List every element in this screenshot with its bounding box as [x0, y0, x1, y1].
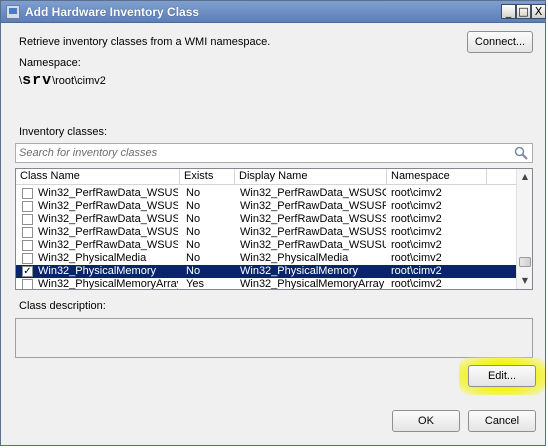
class-name-cell: Win32_PerfRawData_WSUSReport: [38, 200, 178, 212]
exists-cell: No: [186, 200, 201, 212]
class-name-cell: Win32_PhysicalMemory: [38, 265, 156, 277]
display-name-cell: Win32_PerfRawData_WSUSServerV: [240, 213, 386, 225]
column-header-exists[interactable]: Exists: [180, 169, 235, 185]
table-row[interactable]: Win32_PhysicalMedia No Win32_PhysicalMed…: [16, 252, 516, 265]
exists-cell: No: [186, 239, 201, 251]
scroll-up-icon[interactable]: ▲: [517, 169, 532, 185]
search-icon[interactable]: [514, 146, 528, 160]
class-name-cell: Win32_PerfRawData_WSUSServer: [38, 213, 178, 225]
column-header-namespace[interactable]: Namespace: [387, 169, 487, 185]
exists-cell: No: [186, 265, 201, 277]
namespace-cell: root\cimv2: [391, 239, 442, 251]
window-title: Add Hardware Inventory Class: [25, 5, 200, 19]
row-checkbox[interactable]: [22, 227, 33, 238]
row-checkbox[interactable]: [22, 240, 33, 251]
namespace-path: \root\cimv2: [52, 75, 106, 87]
column-header-class-name[interactable]: Class Name: [16, 169, 180, 185]
close-button[interactable]: X: [531, 4, 546, 19]
exists-cell: No: [186, 226, 201, 238]
class-name-cell: Win32_PerfRawData_WSUSUpdat: [38, 239, 178, 251]
exists-cell: No: [186, 187, 201, 199]
display-name-cell: Win32_PerfRawData_WSUSServerV: [240, 226, 386, 238]
maximize-button[interactable]: □: [516, 4, 531, 19]
namespace-cell: root\cimv2: [391, 226, 442, 238]
namespace-cell: root\cimv2: [391, 213, 442, 225]
table-row-selected[interactable]: ✓ Win32_PhysicalMemory No Win32_Physical…: [16, 265, 516, 278]
row-checkbox[interactable]: [22, 201, 33, 212]
namespace-label: Namespace:: [19, 57, 81, 69]
display-name-cell: Win32_PerfRawData_WSUSReport: [240, 200, 386, 212]
table-row[interactable]: Win32_PerfRawData_WSUSClientW No Win32_P…: [16, 187, 516, 200]
display-name-cell: Win32_PhysicalMemory: [240, 265, 358, 277]
namespace-cell: root\cimv2: [391, 278, 442, 290]
row-checkbox[interactable]: [22, 253, 33, 264]
display-name-cell: Win32_PerfRawData_WSUSClientW: [240, 187, 386, 199]
row-checkbox-checked[interactable]: ✓: [22, 266, 33, 277]
table-row[interactable]: Win32_PerfRawData_WSUSServer No Win32_Pe…: [16, 226, 516, 239]
cancel-button[interactable]: Cancel: [468, 410, 536, 432]
scrollbar-thumb[interactable]: [519, 257, 531, 267]
table-row[interactable]: Win32_PerfRawData_WSUSServer No Win32_Pe…: [16, 213, 516, 226]
list-header: Class Name Exists Display Name Namespace: [16, 169, 516, 185]
search-input[interactable]: [17, 145, 507, 161]
class-name-cell: Win32_PhysicalMedia: [38, 252, 147, 264]
exists-cell: Yes: [186, 278, 204, 290]
inventory-classes-label: Inventory classes:: [19, 126, 108, 138]
class-name-cell: Win32_PhysicalMemoryArray: [38, 278, 178, 290]
ok-button[interactable]: OK: [392, 410, 460, 432]
namespace-server: srv: [22, 72, 53, 89]
row-checkbox[interactable]: [22, 214, 33, 225]
connect-button[interactable]: Connect...: [467, 31, 533, 53]
search-box[interactable]: [15, 143, 533, 163]
namespace-cell: root\cimv2: [391, 265, 442, 277]
class-name-cell: Win32_PerfRawData_WSUSServer: [38, 226, 178, 238]
display-name-cell: Win32_PerfRawData_WSUSUpdate: [240, 239, 386, 251]
class-name-cell: Win32_PerfRawData_WSUSClientW: [38, 187, 178, 199]
display-name-cell: Win32_PhysicalMedia: [240, 252, 349, 264]
intro-text: Retrieve inventory classes from a WMI na…: [19, 36, 271, 48]
namespace-cell: root\cimv2: [391, 200, 442, 212]
add-hardware-inventory-class-dialog: Add Hardware Inventory Class _ □ X Retri…: [0, 0, 546, 446]
exists-cell: No: [186, 252, 201, 264]
class-description-box: [15, 318, 533, 358]
namespace-cell: root\cimv2: [391, 252, 442, 264]
table-row[interactable]: Win32_PerfRawData_WSUSReport No Win32_Pe…: [16, 200, 516, 213]
title-bar[interactable]: Add Hardware Inventory Class _ □ X: [1, 1, 546, 23]
row-checkbox[interactable]: [22, 279, 33, 289]
table-row[interactable]: Win32_PerfRawData_WSUSUpdat No Win32_Per…: [16, 239, 516, 252]
edit-button[interactable]: Edit...: [468, 365, 536, 387]
table-row[interactable]: Win32_PhysicalMemoryArray Yes Win32_Phys…: [16, 278, 516, 290]
namespace-cell: root\cimv2: [391, 187, 442, 199]
scroll-down-icon[interactable]: ▼: [517, 273, 532, 289]
namespace-value: \srv\root\cimv2: [19, 72, 106, 89]
row-checkbox[interactable]: [22, 188, 33, 199]
column-header-filler: [487, 169, 516, 185]
exists-cell: No: [186, 213, 201, 225]
display-name-cell: Win32_PhysicalMemoryArray: [240, 278, 385, 290]
column-header-display-name[interactable]: Display Name: [235, 169, 387, 185]
window-app-icon: [6, 5, 20, 19]
class-description-label: Class description:: [19, 300, 106, 312]
minimize-button[interactable]: _: [501, 4, 516, 19]
inventory-classes-list[interactable]: Class Name Exists Display Name Namespace…: [15, 168, 533, 290]
vertical-scrollbar[interactable]: ▲ ▼: [516, 169, 532, 289]
